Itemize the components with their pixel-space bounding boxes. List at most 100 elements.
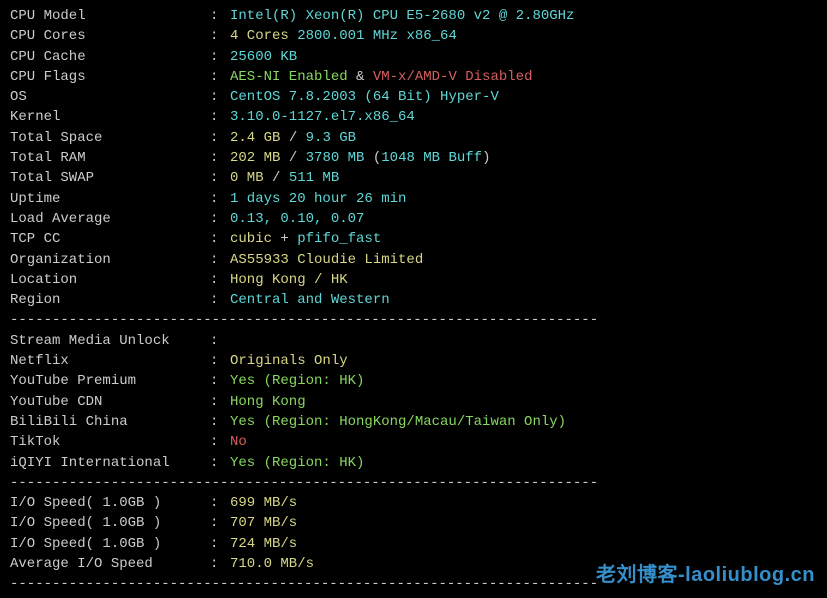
row-label: TCP CC: [10, 229, 210, 249]
output-row: Location : Hong Kong / HK: [10, 270, 817, 290]
output-row: I/O Speed( 1.0GB ) : 699 MB/s: [10, 493, 817, 513]
output-row: I/O Speed( 1.0GB ) : 707 MB/s: [10, 513, 817, 533]
output-row: I/O Speed( 1.0GB ) : 724 MB/s: [10, 534, 817, 554]
output-row: YouTube Premium : Yes (Region: HK): [10, 371, 817, 391]
output-row: TCP CC : cubic + pfifo_fast: [10, 229, 817, 249]
row-label: Average I/O Speed: [10, 554, 210, 574]
row-label: OS: [10, 87, 210, 107]
output-row: BiliBili China : Yes (Region: HongKong/M…: [10, 412, 817, 432]
row-separator: :: [210, 554, 230, 574]
output-row: OS : CentOS 7.8.2003 (64 Bit) Hyper-V: [10, 87, 817, 107]
row-value: Hong Kong / HK: [230, 270, 348, 290]
output-row: Stream Media Unlock :: [10, 331, 817, 351]
row-separator: :: [210, 290, 230, 310]
row-label: I/O Speed( 1.0GB ): [10, 534, 210, 554]
row-value: AS55933 Cloudie Limited: [230, 250, 423, 270]
output-row: Organization : AS55933 Cloudie Limited: [10, 250, 817, 270]
output-row: Total Space : 2.4 GB / 9.3 GB: [10, 128, 817, 148]
row-separator: :: [210, 6, 230, 26]
output-row: Load Average : 0.13, 0.10, 0.07: [10, 209, 817, 229]
output-row: CPU Model : Intel(R) Xeon(R) CPU E5-2680…: [10, 6, 817, 26]
row-separator: :: [210, 67, 230, 87]
row-value: 2.4 GB / 9.3 GB: [230, 128, 356, 148]
row-value: Originals Only: [230, 351, 348, 371]
row-label: BiliBili China: [10, 412, 210, 432]
row-value: 699 MB/s: [230, 493, 297, 513]
row-value: Hong Kong: [230, 392, 306, 412]
row-separator: :: [210, 26, 230, 46]
row-label: Region: [10, 290, 210, 310]
section-divider: ----------------------------------------…: [10, 310, 817, 330]
row-label: CPU Model: [10, 6, 210, 26]
row-separator: :: [210, 412, 230, 432]
row-value: 4 Cores 2800.001 MHz x86_64: [230, 26, 457, 46]
row-label: YouTube CDN: [10, 392, 210, 412]
row-value: 25600 KB: [230, 47, 297, 67]
row-value: AES-NI Enabled & VM-x/AMD-V Disabled: [230, 67, 532, 87]
row-separator: :: [210, 453, 230, 473]
row-label: Total Space: [10, 128, 210, 148]
row-separator: :: [210, 128, 230, 148]
row-label: Kernel: [10, 107, 210, 127]
output-row: TikTok : No: [10, 432, 817, 452]
row-separator: :: [210, 534, 230, 554]
row-value: Intel(R) Xeon(R) CPU E5-2680 v2 @ 2.80GH…: [230, 6, 574, 26]
row-label: I/O Speed( 1.0GB ): [10, 513, 210, 533]
output-row: Total RAM : 202 MB / 3780 MB (1048 MB Bu…: [10, 148, 817, 168]
row-label: TikTok: [10, 432, 210, 452]
watermark-text: 老刘博客-laoliublog.cn: [596, 561, 815, 590]
row-separator: :: [210, 331, 230, 351]
row-value: Yes (Region: HK): [230, 453, 364, 473]
row-label: iQIYI International: [10, 453, 210, 473]
row-separator: :: [210, 371, 230, 391]
row-separator: :: [210, 209, 230, 229]
row-separator: :: [210, 47, 230, 67]
output-row: Uptime : 1 days 20 hour 26 min: [10, 189, 817, 209]
row-separator: :: [210, 168, 230, 188]
output-row: YouTube CDN : Hong Kong: [10, 392, 817, 412]
row-value: Central and Western: [230, 290, 390, 310]
row-value: 724 MB/s: [230, 534, 297, 554]
row-separator: :: [210, 189, 230, 209]
row-label: CPU Flags: [10, 67, 210, 87]
row-label: YouTube Premium: [10, 371, 210, 391]
row-separator: :: [210, 392, 230, 412]
row-value: cubic + pfifo_fast: [230, 229, 381, 249]
output-row: CPU Cores : 4 Cores 2800.001 MHz x86_64: [10, 26, 817, 46]
row-label: CPU Cache: [10, 47, 210, 67]
row-separator: :: [210, 270, 230, 290]
row-separator: :: [210, 432, 230, 452]
row-label: Total RAM: [10, 148, 210, 168]
row-separator: :: [210, 250, 230, 270]
row-value: 707 MB/s: [230, 513, 297, 533]
output-row: Region : Central and Western: [10, 290, 817, 310]
row-value: Yes (Region: HongKong/Macau/Taiwan Only): [230, 412, 566, 432]
row-label: CPU Cores: [10, 26, 210, 46]
row-value: Yes (Region: HK): [230, 371, 364, 391]
output-row: Total SWAP : 0 MB / 511 MB: [10, 168, 817, 188]
row-separator: :: [210, 493, 230, 513]
row-label: Netflix: [10, 351, 210, 371]
row-label: Organization: [10, 250, 210, 270]
row-label: Total SWAP: [10, 168, 210, 188]
row-label: Uptime: [10, 189, 210, 209]
row-separator: :: [210, 87, 230, 107]
row-value: 1 days 20 hour 26 min: [230, 189, 406, 209]
section-divider: ----------------------------------------…: [10, 473, 817, 493]
output-row: Kernel : 3.10.0-1127.el7.x86_64: [10, 107, 817, 127]
row-value: 710.0 MB/s: [230, 554, 314, 574]
row-separator: :: [210, 513, 230, 533]
row-value: CentOS 7.8.2003 (64 Bit) Hyper-V: [230, 87, 499, 107]
row-separator: :: [210, 229, 230, 249]
output-row: CPU Cache : 25600 KB: [10, 47, 817, 67]
row-label: Stream Media Unlock: [10, 331, 210, 351]
output-row: iQIYI International : Yes (Region: HK): [10, 453, 817, 473]
row-value: 202 MB / 3780 MB (1048 MB Buff): [230, 148, 491, 168]
row-value: No: [230, 432, 247, 452]
output-row: CPU Flags : AES-NI Enabled & VM-x/AMD-V …: [10, 67, 817, 87]
row-label: Location: [10, 270, 210, 290]
row-value: 0.13, 0.10, 0.07: [230, 209, 364, 229]
row-separator: :: [210, 107, 230, 127]
row-label: I/O Speed( 1.0GB ): [10, 493, 210, 513]
row-value: 3.10.0-1127.el7.x86_64: [230, 107, 415, 127]
